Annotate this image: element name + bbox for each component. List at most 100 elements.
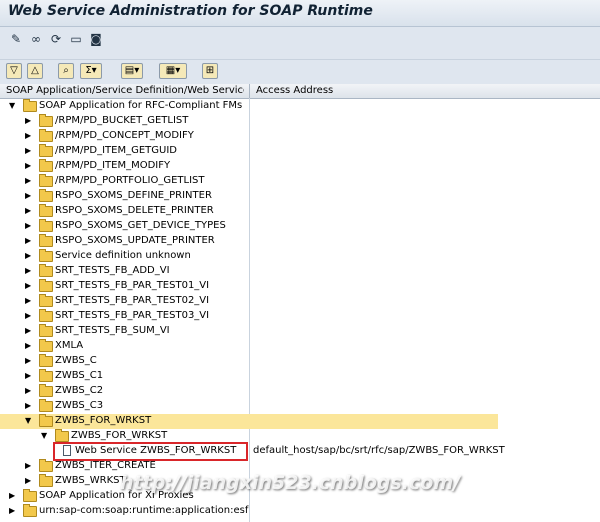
tree-row[interactable]: ▶ SRT_TESTS_FB_PAR_TEST02_VI bbox=[0, 294, 600, 309]
expand-arrow-icon[interactable]: ▶ bbox=[25, 251, 33, 261]
tree-row[interactable]: ▶ XMLA bbox=[0, 339, 600, 354]
tree-row[interactable]: ▼ ZWBS_FOR_WRKST bbox=[0, 414, 498, 429]
window-icon[interactable]: ▭ bbox=[68, 31, 84, 47]
folder-icon bbox=[39, 279, 53, 292]
folder-icon bbox=[39, 309, 53, 322]
tree-row[interactable]: ▶ RSPO_SXOMS_DELETE_PRINTER bbox=[0, 204, 600, 219]
hierarchy-icon[interactable]: ⊞ bbox=[202, 63, 218, 79]
expand-arrow-icon[interactable]: ▶ bbox=[25, 476, 33, 486]
expand-arrow-icon[interactable]: ▶ bbox=[25, 191, 33, 201]
tree-row[interactable]: ▶ ZWBS_C1 bbox=[0, 369, 600, 384]
find-icon[interactable]: ⌕ bbox=[58, 63, 74, 79]
tree-row[interactable]: ▶ urn:sap-com:soap:runtime:application:es… bbox=[0, 504, 600, 519]
tree-row-label: SRT_TESTS_FB_SUM_VI bbox=[55, 325, 170, 336]
tree-row[interactable]: ▶ /RPM/PD_PORTFOLIO_GETLIST bbox=[0, 174, 600, 189]
folder-icon bbox=[39, 399, 53, 412]
folder-icon bbox=[39, 474, 53, 487]
tree-row[interactable]: ▶ /RPM/PD_BUCKET_GETLIST bbox=[0, 114, 600, 129]
folder-icon bbox=[39, 159, 53, 172]
expand-arrow-icon[interactable]: ▶ bbox=[25, 281, 33, 291]
collapse-arrow-icon[interactable]: ▼ bbox=[25, 416, 33, 426]
collapse-icon[interactable]: △ bbox=[27, 63, 43, 79]
folder-icon bbox=[39, 219, 53, 232]
expand-arrow-icon[interactable]: ▶ bbox=[25, 296, 33, 306]
tree-row[interactable]: ▶ /RPM/PD_CONCEPT_MODIFY bbox=[0, 129, 600, 144]
tree-row[interactable]: ▼ SOAP Application for RFC-Compliant FMs bbox=[0, 99, 600, 114]
tree-row[interactable]: ▶ RSPO_SXOMS_UPDATE_PRINTER bbox=[0, 234, 600, 249]
expand-arrow-icon[interactable]: ▶ bbox=[25, 221, 33, 231]
title-bar: Web Service Administration for SOAP Runt… bbox=[0, 0, 600, 27]
tree-row[interactable]: ▶ RSPO_SXOMS_DEFINE_PRINTER bbox=[0, 189, 600, 204]
folder-icon bbox=[39, 114, 53, 127]
expand-arrow-icon[interactable]: ▶ bbox=[25, 161, 33, 171]
folder-icon bbox=[39, 264, 53, 277]
alv-toolbar: ▽ △ ⌕ Σ▾ ▤▾ ▦▾ ⊞ bbox=[0, 59, 600, 84]
folder-icon bbox=[39, 129, 53, 142]
folder-icon bbox=[39, 459, 53, 472]
table-icon[interactable]: ▦▾ bbox=[159, 63, 187, 79]
expand-arrow-icon[interactable]: ▶ bbox=[25, 131, 33, 141]
expand-arrow-icon[interactable]: ▶ bbox=[25, 206, 33, 216]
column-header-address[interactable]: Access Address bbox=[256, 85, 333, 96]
expand-arrow-icon[interactable]: ▶ bbox=[25, 146, 33, 156]
tree-row-label: /RPM/PD_BUCKET_GETLIST bbox=[55, 115, 189, 126]
expand-arrow-icon[interactable]: ▶ bbox=[25, 341, 33, 351]
tree-row-label: XMLA bbox=[55, 340, 84, 351]
column-header-service[interactable]: SOAP Application/Service Definition/Web … bbox=[6, 85, 244, 96]
glasses-icon[interactable]: ∞ bbox=[28, 31, 44, 47]
highlight-box bbox=[53, 442, 248, 461]
tree-row-label: ZWBS_C bbox=[55, 355, 97, 366]
tree-row-label: RSPO_SXOMS_DEFINE_PRINTER bbox=[55, 190, 212, 201]
expand-arrow-icon[interactable]: ▶ bbox=[9, 506, 17, 516]
tree-row[interactable]: ▶ ZWBS_C bbox=[0, 354, 600, 369]
expand-arrow-icon[interactable]: ▶ bbox=[25, 356, 33, 366]
expand-arrow-icon[interactable]: ▶ bbox=[25, 461, 33, 471]
tree-row[interactable]: ▶ SRT_TESTS_FB_SUM_VI bbox=[0, 324, 600, 339]
folder-icon bbox=[39, 189, 53, 202]
expand-arrow-icon[interactable]: ▶ bbox=[25, 401, 33, 411]
tree-row-label: urn:sap-com:soap:runtime:application:esf bbox=[39, 505, 249, 516]
refresh-icon[interactable]: ⟳ bbox=[48, 31, 64, 47]
tree-row-label: /RPM/PD_CONCEPT_MODIFY bbox=[55, 130, 194, 141]
tree-row-label: RSPO_SXOMS_DELETE_PRINTER bbox=[55, 205, 214, 216]
expand-arrow-icon[interactable]: ▶ bbox=[25, 326, 33, 336]
tree-row-label: ZWBS_ITER_CREATE bbox=[55, 460, 156, 471]
tree-row[interactable]: ▶ /RPM/PD_ITEM_GETGUID bbox=[0, 144, 600, 159]
expand-arrow-icon[interactable]: ▶ bbox=[25, 371, 33, 381]
tree-row-label: ZWBS_FOR_WRKST bbox=[71, 430, 168, 441]
tree-row-label: ZWBS_C3 bbox=[55, 400, 104, 411]
folder-icon bbox=[23, 504, 37, 517]
folder-icon bbox=[39, 234, 53, 247]
watermark: http://jiangxin523.cnblogs.com/ bbox=[120, 472, 461, 494]
tree-row[interactable]: ▶ RSPO_SXOMS_GET_DEVICE_TYPES bbox=[0, 219, 600, 234]
folder-icon bbox=[39, 249, 53, 262]
display-icon[interactable]: ◙ bbox=[88, 31, 104, 47]
window-title: Web Service Administration for SOAP Runt… bbox=[8, 3, 373, 19]
tree-row-label: SRT_TESTS_FB_PAR_TEST03_VI bbox=[55, 310, 210, 321]
tree-row-label: SRT_TESTS_FB_PAR_TEST01_VI bbox=[55, 280, 210, 291]
expand-arrow-icon[interactable]: ▶ bbox=[25, 386, 33, 396]
tree-row-label: SRT_TESTS_FB_PAR_TEST02_VI bbox=[55, 295, 210, 306]
expand-arrow-icon[interactable]: ▶ bbox=[25, 236, 33, 246]
sum-icon[interactable]: Σ▾ bbox=[80, 63, 102, 79]
tree-row[interactable]: ▶ SRT_TESTS_FB_ADD_VI bbox=[0, 264, 600, 279]
expand-arrow-icon[interactable]: ▶ bbox=[25, 176, 33, 186]
tree-row-label: /RPM/PD_ITEM_GETGUID bbox=[55, 145, 177, 156]
tree-row-label: RSPO_SXOMS_GET_DEVICE_TYPES bbox=[55, 220, 226, 231]
expand-arrow-icon[interactable]: ▶ bbox=[25, 266, 33, 276]
collapse-arrow-icon[interactable]: ▼ bbox=[9, 101, 17, 111]
tree-row[interactable]: ▶ ZWBS_C3 bbox=[0, 399, 600, 414]
expand-icon[interactable]: ▽ bbox=[6, 63, 22, 79]
tree-row[interactable]: ▶ /RPM/PD_ITEM_MODIFY bbox=[0, 159, 600, 174]
expand-arrow-icon[interactable]: ▶ bbox=[25, 311, 33, 321]
collapse-arrow-icon[interactable]: ▼ bbox=[41, 431, 49, 441]
expand-arrow-icon[interactable]: ▶ bbox=[25, 116, 33, 126]
tree-row-label: ZWBS_WRKST bbox=[55, 475, 126, 486]
pencil-icon[interactable]: ✎ bbox=[8, 31, 24, 47]
tree-row[interactable]: ▶ SRT_TESTS_FB_PAR_TEST01_VI bbox=[0, 279, 600, 294]
tree-row[interactable]: ▶ SRT_TESTS_FB_PAR_TEST03_VI bbox=[0, 309, 600, 324]
expand-arrow-icon[interactable]: ▶ bbox=[9, 491, 17, 501]
tree-row[interactable]: ▶ ZWBS_C2 bbox=[0, 384, 600, 399]
tree-row[interactable]: ▶ Service definition unknown bbox=[0, 249, 600, 264]
layout-icon[interactable]: ▤▾ bbox=[121, 63, 143, 79]
